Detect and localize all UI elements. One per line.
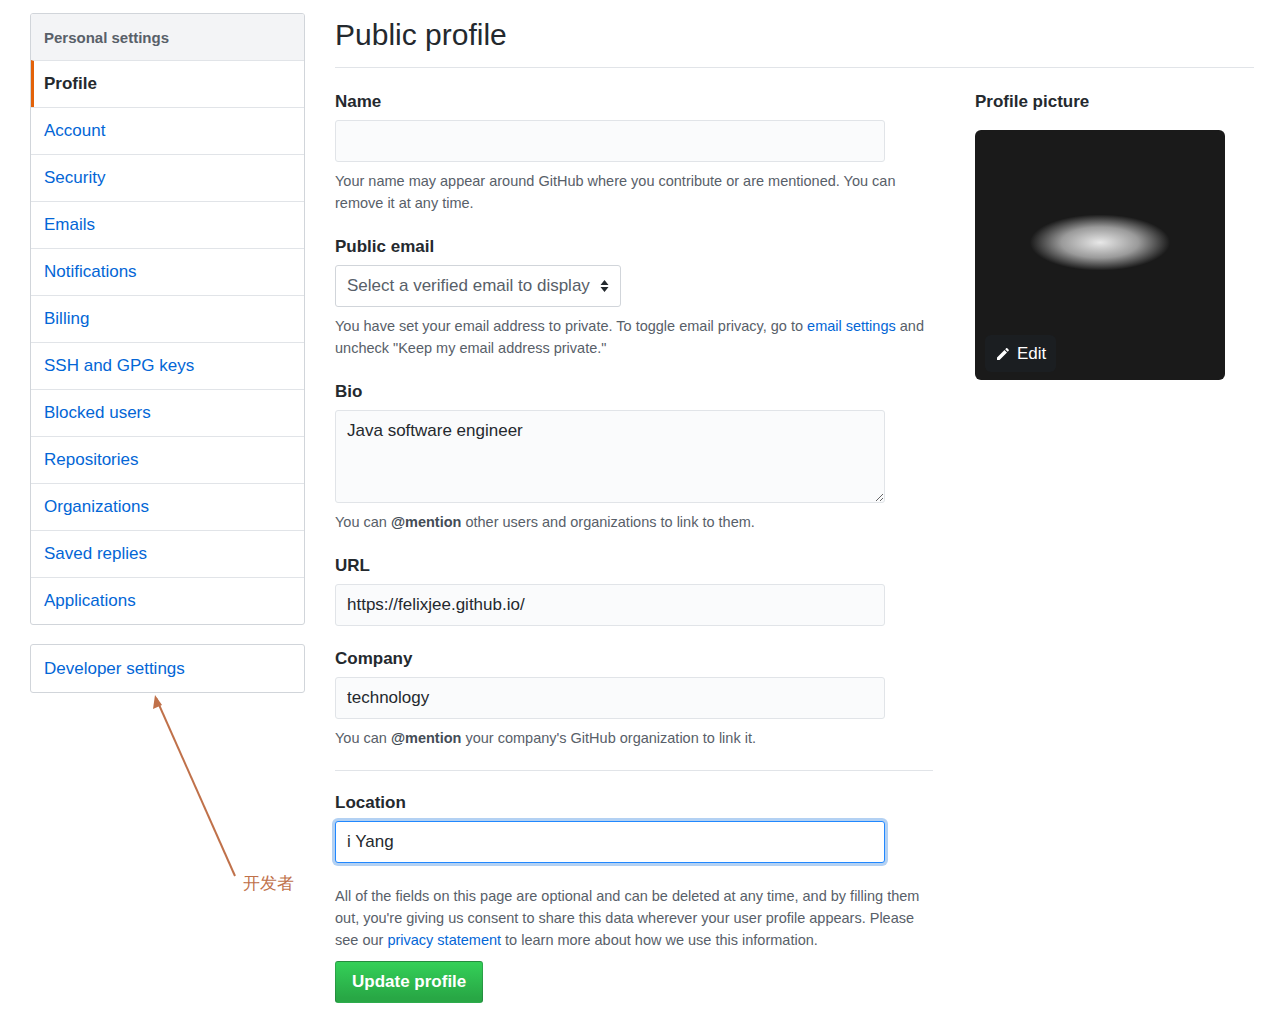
profile-photo: Edit bbox=[975, 130, 1225, 380]
page-title: Public profile bbox=[335, 16, 1254, 68]
sidebar-item[interactable]: Security bbox=[31, 154, 304, 201]
field-label: URL bbox=[335, 554, 933, 578]
profile-picture-section: Profile picture Edit bbox=[975, 90, 1225, 1003]
sidebar-item[interactable]: Applications bbox=[31, 577, 304, 624]
field-note: You can @mention other users and organiz… bbox=[335, 511, 925, 533]
picture-label: Profile picture bbox=[975, 90, 1225, 114]
text-link[interactable]: email settings bbox=[807, 318, 896, 334]
field-note: You have set your email address to priva… bbox=[335, 315, 925, 359]
field-note: You can @mention your company's GitHub o… bbox=[335, 727, 925, 749]
name-input[interactable] bbox=[335, 120, 885, 162]
location-input[interactable] bbox=[335, 821, 885, 863]
edit-picture-button[interactable]: Edit bbox=[985, 335, 1056, 372]
company-input[interactable] bbox=[335, 677, 885, 719]
sidebar-item[interactable]: Repositories bbox=[31, 436, 304, 483]
url-field: URL bbox=[335, 554, 933, 626]
url-input[interactable] bbox=[335, 584, 885, 626]
sidebar-item[interactable]: Saved replies bbox=[31, 530, 304, 577]
pencil-icon bbox=[995, 346, 1011, 362]
annotation-label: 开发者 bbox=[243, 872, 294, 894]
field-note: Your name may appear around GitHub where… bbox=[335, 170, 925, 214]
sidebar-item[interactable]: Notifications bbox=[31, 248, 304, 295]
settings-page: Personal settingsProfileAccountSecurityE… bbox=[0, 0, 1268, 1019]
consent-note: All of the fields on this page are optio… bbox=[335, 885, 933, 951]
field-label: Company bbox=[335, 647, 933, 671]
developer-settings-item[interactable]: Developer settings bbox=[31, 645, 304, 692]
sidebar-item[interactable]: SSH and GPG keys bbox=[31, 342, 304, 389]
sidebar-item[interactable]: Organizations bbox=[31, 483, 304, 530]
profile-form: Name Your name may appear around GitHub w… bbox=[335, 90, 933, 1003]
mention-text: @mention bbox=[391, 730, 462, 746]
sidebar-item[interactable]: Blocked users bbox=[31, 389, 304, 436]
personal-settings-menu: Personal settingsProfileAccountSecurityE… bbox=[30, 13, 305, 625]
location-field: Location bbox=[335, 791, 933, 863]
bio-textarea[interactable]: Java software engineer bbox=[335, 410, 885, 503]
sidebar-item[interactable]: Account bbox=[31, 107, 304, 154]
sidebar-item[interactable]: Billing bbox=[31, 295, 304, 342]
bio-field: Bio Java software engineer You can @mentio… bbox=[335, 380, 933, 533]
annotation-arrow-icon bbox=[140, 690, 250, 885]
menu-header: Personal settings bbox=[31, 14, 304, 60]
field-label: Location bbox=[335, 791, 933, 815]
company-field: Company You can @mention your company's G… bbox=[335, 647, 933, 749]
main-content: Public profile Name Your name may appear a… bbox=[335, 13, 1254, 1019]
public-email-select[interactable]: Select a verified email to display bbox=[335, 265, 621, 307]
update-profile-button[interactable]: Update profile bbox=[335, 961, 483, 1003]
field-label: Name bbox=[335, 90, 933, 114]
developer-menu: Developer settings bbox=[30, 644, 305, 693]
sidebar-item[interactable]: Emails bbox=[31, 201, 304, 248]
name-field: Name Your name may appear around GitHub w… bbox=[335, 90, 933, 214]
field-label: Public email bbox=[335, 235, 933, 259]
field-label: Bio bbox=[335, 380, 933, 404]
section-divider bbox=[335, 770, 933, 771]
mention-text: @mention bbox=[391, 514, 462, 530]
public-email-field: Public email Select a verified email to d… bbox=[335, 235, 933, 359]
text-link[interactable]: privacy statement bbox=[387, 932, 501, 948]
settings-sidebar: Personal settingsProfileAccountSecurityE… bbox=[30, 13, 305, 1019]
select-arrows-icon bbox=[600, 279, 609, 293]
profile-columns: Name Your name may appear around GitHub w… bbox=[335, 68, 1254, 1003]
sidebar-item[interactable]: Profile bbox=[31, 60, 304, 107]
